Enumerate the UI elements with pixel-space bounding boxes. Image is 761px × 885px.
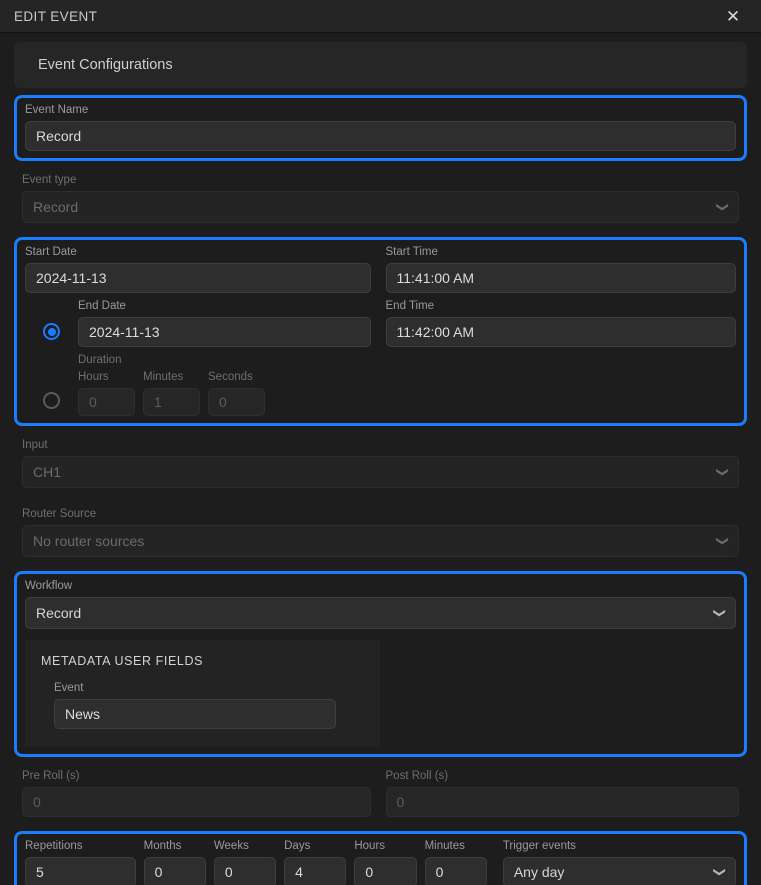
chevron-down-icon: ❯ — [712, 607, 727, 619]
recurrence-hours-input[interactable]: 0 — [354, 857, 417, 885]
recurrence-hours-label: Hours — [354, 840, 386, 852]
input-label: Input — [22, 439, 48, 451]
start-time-label: Start Time — [385, 246, 438, 258]
duration-hours-input[interactable]: 0 — [78, 388, 135, 416]
end-time-label: End Time — [385, 300, 435, 312]
duration-minutes-cell: Minutes 1 — [143, 371, 200, 416]
dialog-body: Event Configurations Event Name Record E… — [0, 33, 761, 885]
chevron-down-icon: ❯ — [715, 466, 730, 478]
event-name-label: Event Name — [25, 104, 89, 116]
days-field: Days 4 — [284, 840, 347, 885]
input-select[interactable]: CH1 ❯ — [22, 456, 739, 488]
dialog-titlebar: EDIT EVENT ✕ — [0, 0, 761, 33]
duration-seconds-cell: Seconds 0 — [208, 371, 265, 416]
metadata-event-label: Event — [54, 682, 84, 694]
months-input[interactable]: 0 — [143, 857, 206, 885]
chevron-down-icon: ❯ — [712, 866, 727, 878]
duration-mode-radio[interactable] — [43, 392, 60, 409]
post-roll-label: Post Roll (s) — [385, 770, 449, 782]
event-type-group: Event type Record ❯ — [14, 168, 747, 230]
chevron-down-icon: ❯ — [715, 201, 730, 213]
end-time-input[interactable]: 11:42:00 AM — [385, 317, 736, 347]
metadata-user-fields-title: METADATA USER FIELDS — [41, 654, 204, 668]
trigger-events-select[interactable]: Any day ❯ — [502, 857, 736, 885]
recurrence-hours-field: Hours 0 — [354, 840, 417, 885]
end-date-label: End Date — [78, 300, 126, 312]
duration-label: Duration — [78, 354, 122, 366]
days-label: Days — [284, 840, 311, 852]
pre-roll-input[interactable]: 0 — [22, 787, 371, 817]
recurrence-minutes-field: Minutes 0 — [424, 840, 487, 885]
router-source-label: Router Source — [22, 508, 97, 520]
recurrence-row: Repetitions 5 Months 0 Weeks 0 Days 4 Ho… — [25, 840, 736, 885]
pre-roll-label: Pre Roll (s) — [22, 770, 80, 782]
router-source-value: No router sources — [33, 533, 145, 549]
repetitions-input[interactable]: 5 — [25, 857, 136, 885]
schedule-group: Start Date 2024-11-13 Start Time 11:41:0… — [14, 237, 747, 426]
start-date-label: Start Date — [25, 246, 77, 258]
trigger-events-field: Trigger events Any day ❯ — [502, 840, 736, 885]
end-date-input[interactable]: 2024-11-13 — [78, 317, 371, 347]
end-date-field: End Date 2024-11-13 — [78, 300, 371, 347]
close-icon[interactable]: ✕ — [721, 4, 745, 28]
months-field: Months 0 — [143, 840, 206, 885]
event-name-group: Event Name Record — [14, 95, 747, 161]
duration-field: Duration Hours 0 Minutes 1 Seconds 0 — [78, 354, 371, 416]
event-type-label: Event type — [22, 174, 77, 186]
schedule-duration-row: Duration Hours 0 Minutes 1 Seconds 0 — [25, 354, 736, 416]
workflow-label: Workflow — [25, 580, 73, 592]
trigger-events-label: Trigger events — [502, 840, 576, 852]
weeks-label: Weeks — [213, 840, 249, 852]
input-value: CH1 — [33, 464, 62, 480]
event-configurations-header: Event Configurations — [14, 42, 747, 88]
duration-minutes-label: Minutes — [143, 371, 184, 383]
start-time-input[interactable]: 11:41:00 AM — [385, 263, 736, 293]
chevron-down-icon: ❯ — [715, 535, 730, 547]
end-time-field: End Time 11:42:00 AM — [381, 300, 736, 347]
repetitions-field: Repetitions 5 — [25, 840, 136, 885]
input-group: Input CH1 ❯ — [14, 433, 747, 495]
edit-event-dialog: EDIT EVENT ✕ Event Configurations Event … — [0, 0, 761, 885]
workflow-group: Workflow Record ❯ METADATA USER FIELDS E… — [14, 571, 747, 757]
weeks-input[interactable]: 0 — [213, 857, 277, 885]
repetitions-label: Repetitions — [25, 840, 83, 852]
workflow-select[interactable]: Record ❯ — [25, 597, 736, 629]
router-source-group: Router Source No router sources ❯ — [14, 502, 747, 564]
pre-roll-field: Pre Roll (s) 0 — [22, 770, 381, 817]
start-time-field: Start Time 11:41:00 AM — [381, 246, 736, 293]
start-date-input[interactable]: 2024-11-13 — [25, 263, 371, 293]
schedule-start-row: Start Date 2024-11-13 Start Time 11:41:0… — [25, 246, 736, 293]
roll-group: Pre Roll (s) 0 Post Roll (s) 0 — [14, 764, 747, 824]
recurrence-minutes-input[interactable]: 0 — [424, 857, 487, 885]
duration-minutes-input[interactable]: 1 — [143, 388, 200, 416]
duration-seconds-label: Seconds — [208, 371, 253, 383]
router-source-select[interactable]: No router sources ❯ — [22, 525, 739, 557]
post-roll-input[interactable]: 0 — [385, 787, 739, 817]
dialog-title: EDIT EVENT — [14, 8, 98, 24]
start-date-field: Start Date 2024-11-13 — [25, 246, 381, 293]
months-label: Months — [143, 840, 182, 852]
weeks-field: Weeks 0 — [213, 840, 277, 885]
event-name-input[interactable]: Record — [25, 121, 736, 151]
post-roll-field: Post Roll (s) 0 — [381, 770, 739, 817]
metadata-field-event: Event News — [41, 682, 364, 729]
event-type-value: Record — [33, 199, 79, 215]
radio-dot-icon — [47, 327, 56, 336]
duration-hours-label: Hours — [78, 371, 109, 383]
workflow-value: Record — [36, 605, 82, 621]
event-configurations-label: Event Configurations — [38, 57, 173, 73]
schedule-end-row: End Date 2024-11-13 End Time 11:42:00 AM — [25, 300, 736, 347]
duration-inputs: Hours 0 Minutes 1 Seconds 0 — [78, 371, 371, 416]
metadata-user-fields-box: METADATA USER FIELDS Event News — [25, 640, 380, 747]
trigger-events-value: Any day — [513, 864, 565, 880]
duration-hours-cell: Hours 0 — [78, 371, 135, 416]
recurrence-group: Repetitions 5 Months 0 Weeks 0 Days 4 Ho… — [14, 831, 747, 885]
recurrence-minutes-label: Minutes — [424, 840, 465, 852]
end-date-mode-radio[interactable] — [43, 323, 60, 340]
metadata-event-input[interactable]: News — [54, 699, 336, 729]
duration-seconds-input[interactable]: 0 — [208, 388, 265, 416]
event-type-select[interactable]: Record ❯ — [22, 191, 739, 223]
days-input[interactable]: 4 — [284, 857, 347, 885]
